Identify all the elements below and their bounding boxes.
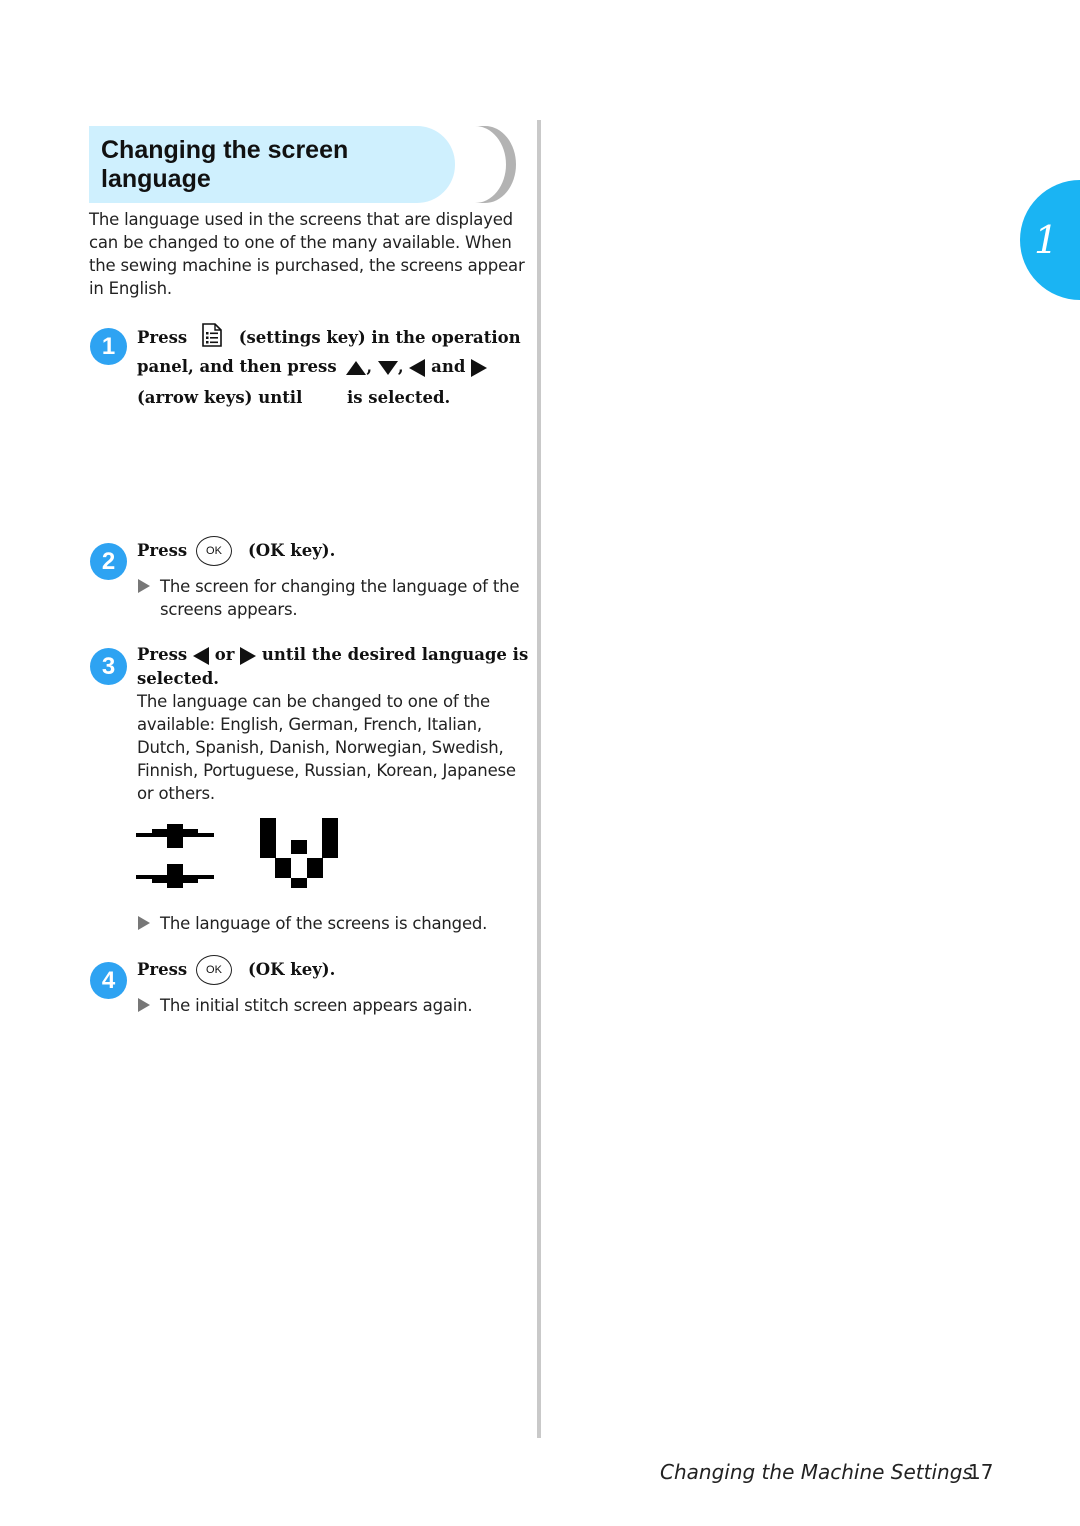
- arrow-right-icon: [471, 358, 488, 377]
- result-arrow-icon: [138, 916, 150, 930]
- step-3-badge: 3: [90, 648, 127, 685]
- step-1-text: panel, and then press: [137, 357, 337, 376]
- language-selection-icon: [260, 818, 340, 890]
- step-1-line-3: (arrow keys) until: [137, 386, 302, 410]
- arrow-left-icon: [409, 358, 426, 377]
- settings-key-text: (settings key) in the operation: [238, 328, 521, 347]
- footer-chapter-title: Changing the Machine Settings: [660, 1460, 973, 1484]
- step-4-press: Press: [137, 960, 188, 979]
- step-1-line-1: Press (settings key) in the operation: [137, 323, 521, 354]
- step-1-text: (arrow keys) until: [137, 388, 303, 407]
- description-line: or others.: [137, 784, 215, 803]
- arrow-right-icon: [240, 646, 257, 665]
- page-number: 17: [968, 1460, 994, 1484]
- heading-cap-decoration: [475, 126, 516, 203]
- intro-line: The language used in the screens that ar…: [89, 210, 513, 229]
- result-arrow-icon: [138, 998, 150, 1012]
- result-arrow-icon: [138, 579, 150, 593]
- section-title-line-1: Changing the screen: [101, 136, 349, 164]
- step-2-key-text: (OK key).: [248, 541, 336, 560]
- result-line: screens appears.: [160, 600, 298, 619]
- step-1-line-3-suffix: is selected.: [347, 388, 451, 407]
- step-3-text: until the desired language is: [261, 645, 529, 664]
- step-1-badge: 1: [90, 328, 127, 365]
- description-line: The language can be changed to one of th…: [137, 692, 490, 711]
- settings-key-icon: [201, 323, 223, 354]
- ok-key-icon: OK: [196, 536, 232, 566]
- description-line: available: English, German, French, Ital…: [137, 715, 482, 734]
- press-label: Press: [137, 328, 188, 347]
- step-3-line-1: Press or until the desired language is: [137, 643, 528, 667]
- step-3-result: The language of the screens is changed.: [160, 914, 488, 933]
- step-1-line-2: panel, and then press , , and: [137, 355, 488, 379]
- step-4-result: The initial stitch screen appears again.: [160, 996, 473, 1015]
- intro-line: can be changed to one of the many availa…: [89, 233, 512, 252]
- description-line: Finnish, Portuguese, Russian, Korean, Ja…: [137, 761, 516, 780]
- comma: ,: [366, 357, 373, 376]
- language-setting-icon: [136, 822, 216, 890]
- or-text: or: [214, 645, 235, 664]
- step-3-line-2: selected.: [137, 669, 220, 688]
- step-2-result: The screen for changing the language of …: [160, 575, 520, 621]
- comma: ,: [397, 357, 404, 376]
- arrow-up-icon: [346, 360, 367, 375]
- arrow-left-icon: [192, 646, 209, 665]
- intro-paragraph: The language used in the screens that ar…: [89, 208, 525, 300]
- step-2-press: Press: [137, 541, 188, 560]
- arrow-down-icon: [377, 360, 398, 375]
- column-divider: [537, 120, 541, 1438]
- ok-key-icon: OK: [196, 955, 232, 985]
- intro-line: the sewing machine is purchased, the scr…: [89, 256, 525, 275]
- description-line: Dutch, Spanish, Danish, Norwegian, Swedi…: [137, 738, 504, 757]
- step-4-badge: 4: [90, 962, 127, 999]
- intro-line: in English.: [89, 279, 172, 298]
- step-2-badge: 2: [90, 543, 127, 580]
- step-3-description: The language can be changed to one of th…: [137, 690, 516, 805]
- and-text: and: [431, 357, 466, 376]
- press-label: Press: [137, 645, 188, 664]
- step-4-key-text: (OK key).: [248, 960, 336, 979]
- section-title-line-2: language: [101, 165, 211, 193]
- chapter-number: 1: [1034, 218, 1059, 262]
- section-title: Changing the screen language: [101, 136, 348, 194]
- result-line: The screen for changing the language of …: [160, 577, 520, 596]
